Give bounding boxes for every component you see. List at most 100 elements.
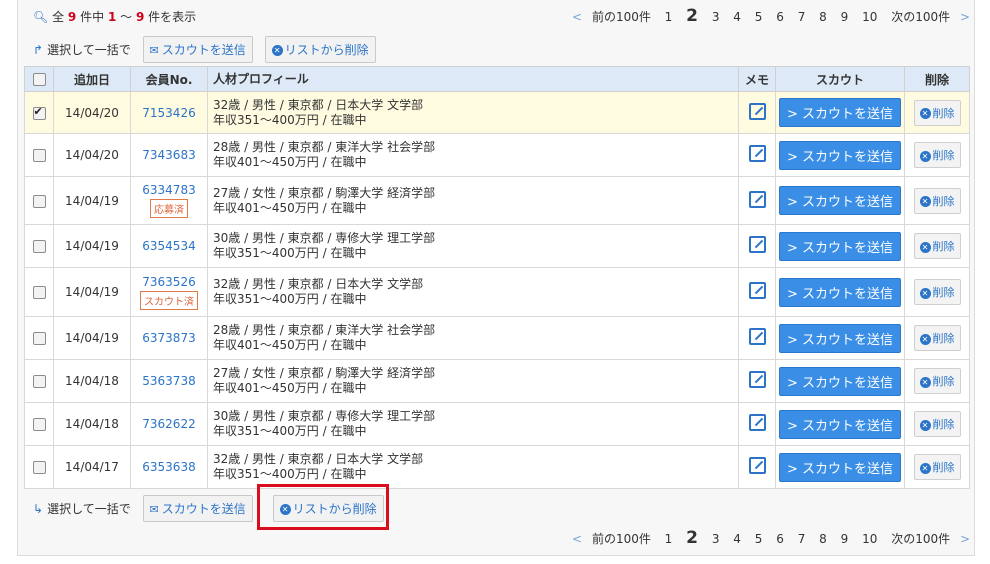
member-id-link[interactable]: 7153426 [132,106,206,120]
page-link[interactable]: 4 [733,532,741,546]
chevron-right-icon[interactable]: > [960,10,970,24]
edit-icon[interactable] [748,414,766,431]
member-id-link[interactable]: 7343683 [132,148,206,162]
prev-page-link[interactable]: 前の100件 [592,530,651,547]
bulk-scout-button[interactable]: ✉ スカウトを送信 [142,495,253,522]
row-checkbox[interactable] [32,194,46,208]
row-checkbox[interactable] [32,240,46,253]
page-link[interactable]: 4 [733,10,741,24]
page-link[interactable]: 5 [755,10,763,24]
close-circle-icon: ✕ [919,287,931,299]
memo-cell [738,359,776,403]
search-icon: 🔍︎ [33,10,49,24]
send-scout-button[interactable]: > スカウトを送信 [778,98,902,127]
page-link[interactable]: 3 [712,10,720,24]
member-id-link[interactable]: 6373873 [132,331,206,345]
row-checkbox[interactable] [32,105,46,120]
row-select-cell [24,402,54,446]
page-link[interactable]: 8 [819,10,827,24]
member-id-link[interactable]: 6334783 [132,183,206,197]
edit-icon[interactable] [748,145,766,162]
chevron-left-icon[interactable]: < [572,532,582,546]
member-id-link[interactable]: 5363738 [132,374,206,388]
added-date: 14/04/19 [53,267,131,317]
row-checkbox[interactable] [32,375,46,388]
page-link[interactable]: 6 [776,532,784,546]
row-select-cell [24,224,54,268]
candidate-table: 追加日 会員No. 人材プロフィール メモ スカウト 削除 14/04/2071… [24,66,970,489]
send-scout-button[interactable]: > スカウトを送信 [778,323,902,353]
send-scout-button[interactable]: > スカウトを送信 [778,140,902,170]
edit-icon[interactable] [748,457,766,474]
close-circle-icon: ✕ [919,241,931,253]
edit-icon[interactable] [748,371,766,388]
bulk-remove-button[interactable]: ✕ リストから削除 [264,36,376,63]
profile-cell: 28歳 / 男性 / 東京都 / 東洋大学 社会学部 年収401～450万円 / … [207,133,739,177]
member-id-link[interactable]: 6354534 [132,239,206,253]
added-date: 14/04/19 [53,176,131,225]
page-link[interactable]: 10 [862,10,877,24]
delete-button[interactable]: ✕ 削除 [913,368,961,394]
table-row: 14/04/19 7363526 スカウト済 32歳 / 男性 / 東京都 / 日本大… [24,267,970,317]
delete-button[interactable]: ✕ 削除 [913,142,961,168]
delete-button[interactable]: ✕ 削除 [913,411,961,437]
delete-cell: ✕ 削除 [904,176,970,225]
table-row: 14/04/19 6334783 応募済 27歳 / 女性 / 東京都 / 駒澤大学 … [24,176,970,225]
row-checkbox[interactable] [32,461,46,474]
page-link[interactable]: 10 [862,532,877,546]
row-checkbox[interactable] [32,418,46,431]
close-circle-icon: ✕ [919,333,931,345]
edit-icon[interactable] [748,282,766,299]
send-scout-button[interactable]: > スカウトを送信 [778,186,902,215]
chevron-right-icon[interactable]: > [960,532,970,546]
send-scout-button[interactable]: > スカウトを送信 [778,409,902,439]
page-link[interactable]: 8 [819,532,827,546]
profile-line-1: 28歳 / 男性 / 東京都 / 東洋大学 社会学部 [213,323,436,337]
member-id-link[interactable]: 6353638 [132,460,206,474]
added-date: 14/04/20 [53,133,131,177]
prev-page-link[interactable]: 前の100件 [592,8,651,25]
bulk-scout-button[interactable]: ✉ スカウトを送信 [142,36,253,63]
page-link[interactable]: 9 [841,10,849,24]
next-page-link[interactable]: 次の100件 [891,530,950,547]
next-page-link[interactable]: 次の100件 [891,8,950,25]
header-date: 追加日 [53,66,131,92]
page-link[interactable]: 7 [798,532,806,546]
delete-button[interactable]: ✕ 削除 [913,454,961,480]
delete-button[interactable]: ✕ 削除 [913,325,961,351]
chevron-right-icon: > [786,195,802,210]
page-link[interactable]: 5 [755,532,763,546]
row-checkbox[interactable] [32,286,46,299]
edit-icon[interactable] [748,102,766,120]
member-id-link[interactable]: 7362622 [132,417,206,431]
profile-cell: 30歳 / 男性 / 東京都 / 専修大学 理工学部 年収351～400万円 / … [207,402,739,446]
member-id-link[interactable]: 7363526 [132,275,206,289]
chevron-right-icon: > [786,240,802,256]
page-link[interactable]: 6 [776,10,784,24]
chevron-left-icon[interactable]: < [572,10,582,24]
delete-button[interactable]: ✕ 削除 [913,99,961,126]
send-scout-button[interactable]: > スカウトを送信 [778,231,902,261]
delete-button[interactable]: ✕ 削除 [913,233,961,259]
send-scout-button[interactable]: > スカウトを送信 [778,452,902,482]
row-checkbox[interactable] [32,332,46,345]
page-link[interactable]: 7 [798,10,806,24]
profile-cell: 32歳 / 男性 / 東京都 / 日本大学 文学部 年収351～400万円 / 在… [207,91,739,134]
page-link[interactable]: 1 [665,10,673,24]
page-link[interactable]: 9 [841,532,849,546]
edit-icon[interactable] [748,236,766,253]
row-select-cell [24,359,54,403]
edit-icon[interactable] [748,190,766,208]
select-all-checkbox[interactable] [32,73,46,86]
edit-icon[interactable] [748,328,766,345]
page-link[interactable]: 3 [712,532,720,546]
profile-cell: 32歳 / 男性 / 東京都 / 日本大学 文学部 年収351～400万円 / 在… [207,267,739,317]
row-checkbox[interactable] [32,149,46,162]
bottom-bar: < 前の100件 1 2 3 4 5 6 7 8 9 10 次の100件 > [33,528,970,548]
delete-button[interactable]: ✕ 削除 [913,279,961,305]
send-scout-button[interactable]: > スカウトを送信 [778,277,902,307]
delete-button[interactable]: ✕ 削除 [913,187,961,214]
page-link[interactable]: 1 [665,532,673,546]
send-scout-button[interactable]: > スカウトを送信 [778,366,902,396]
memo-cell [738,267,776,317]
